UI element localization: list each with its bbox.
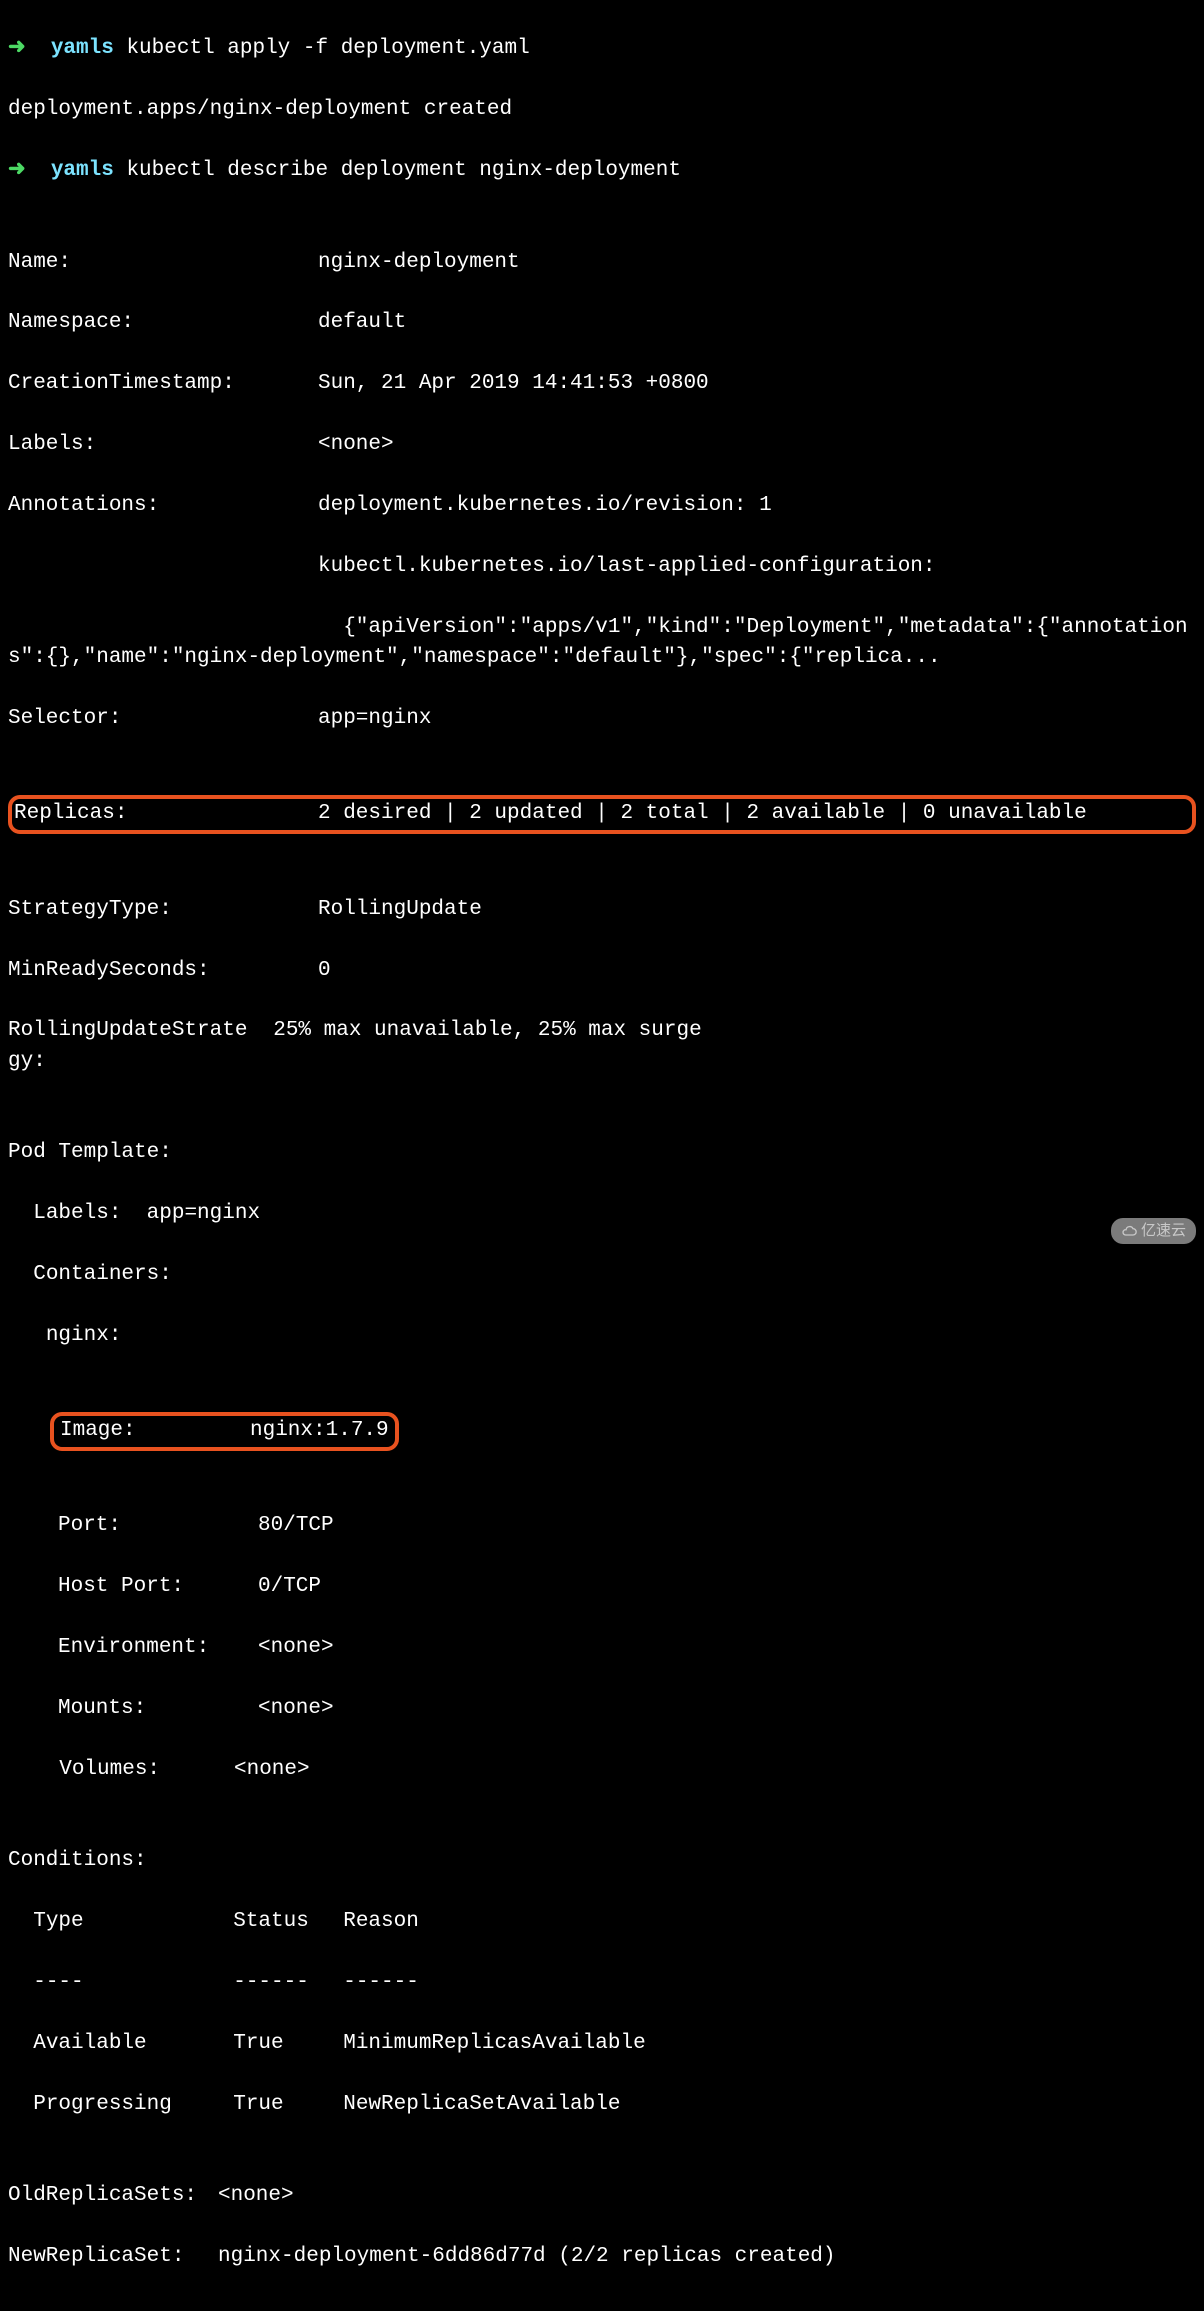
prompt-line-1: ➜ yamls kubectl apply -f deployment.yaml xyxy=(8,34,1196,64)
replicas-value: 2 desired | 2 updated | 2 total | 2 avai… xyxy=(318,802,1087,825)
field-mounts: Mounts:<none> xyxy=(8,1694,1196,1724)
field-selector: Selector:app=nginx xyxy=(8,704,1196,734)
field-new-replicaset: NewReplicaSet:nginx-deployment-6dd86d77d… xyxy=(8,2242,1196,2272)
pod-template-container-name: nginx: xyxy=(8,1321,1196,1351)
conditions-header: Conditions: xyxy=(8,1846,1196,1876)
cloud-icon xyxy=(1121,1223,1137,1239)
command-text: kubectl describe deployment nginx-deploy… xyxy=(126,159,681,182)
conditions-columns: TypeStatusReason xyxy=(8,1907,1196,1937)
highlight-image: Image:nginx:1.7.9 xyxy=(50,1412,399,1450)
field-creation-timestamp: CreationTimestamp:Sun, 21 Apr 2019 14:41… xyxy=(8,369,1196,399)
highlight-replicas: Replicas:2 desired | 2 updated | 2 total… xyxy=(8,795,1196,833)
pod-template-labels: Labels: app=nginx xyxy=(8,1199,1196,1229)
prompt-arrow: ➜ xyxy=(8,37,26,60)
condition-row-progressing: ProgressingTrueNewReplicaSetAvailable xyxy=(8,2090,1196,2120)
prompt-arrow: ➜ xyxy=(8,159,26,182)
prompt-context: yamls xyxy=(51,159,114,182)
field-port: Port:80/TCP xyxy=(8,1511,1196,1541)
field-host-port: Host Port:0/TCP xyxy=(8,1572,1196,1602)
image-value: nginx:1.7.9 xyxy=(250,1419,389,1442)
condition-row-available: AvailableTrueMinimumReplicasAvailable xyxy=(8,2029,1196,2059)
watermark: 亿速云 xyxy=(1111,1218,1196,1244)
field-environment: Environment:<none> xyxy=(8,1633,1196,1663)
field-annotations-line2: kubectl.kubernetes.io/last-applied-confi… xyxy=(8,552,1196,582)
field-annotations: Annotations:deployment.kubernetes.io/rev… xyxy=(8,491,1196,521)
command-text: kubectl apply -f deployment.yaml xyxy=(126,37,529,60)
field-labels: Labels:<none> xyxy=(8,430,1196,460)
pod-template-containers: Containers: xyxy=(8,1260,1196,1290)
field-namespace: Namespace:default xyxy=(8,308,1196,338)
field-old-replicasets: OldReplicaSets:<none> xyxy=(8,2181,1196,2211)
prompt-context: yamls xyxy=(51,37,114,60)
highlight-image-row: Image:nginx:1.7.9 xyxy=(8,1412,1196,1450)
field-annotations-line3: {"apiVersion":"apps/v1","kind":"Deployme… xyxy=(8,613,1196,674)
field-rolling-update-strategy: RollingUpdateStrategy: 25% max unavailab… xyxy=(8,1016,1196,1077)
field-min-ready-seconds: MinReadySeconds:0 xyxy=(8,956,1196,986)
output-line: deployment.apps/nginx-deployment created xyxy=(8,95,1196,125)
watermark-text: 亿速云 xyxy=(1141,1220,1186,1242)
prompt-line-2: ➜ yamls kubectl describe deployment ngin… xyxy=(8,156,1196,186)
field-name: Name:nginx-deployment xyxy=(8,248,1196,278)
conditions-divider: ---------------- xyxy=(8,1968,1196,1998)
pod-template-header: Pod Template: xyxy=(8,1138,1196,1168)
field-strategy-type: StrategyType:RollingUpdate xyxy=(8,895,1196,925)
field-volumes: Volumes:<none> xyxy=(8,1755,1196,1785)
terminal-output: ➜ yamls kubectl apply -f deployment.yaml… xyxy=(0,0,1204,2311)
